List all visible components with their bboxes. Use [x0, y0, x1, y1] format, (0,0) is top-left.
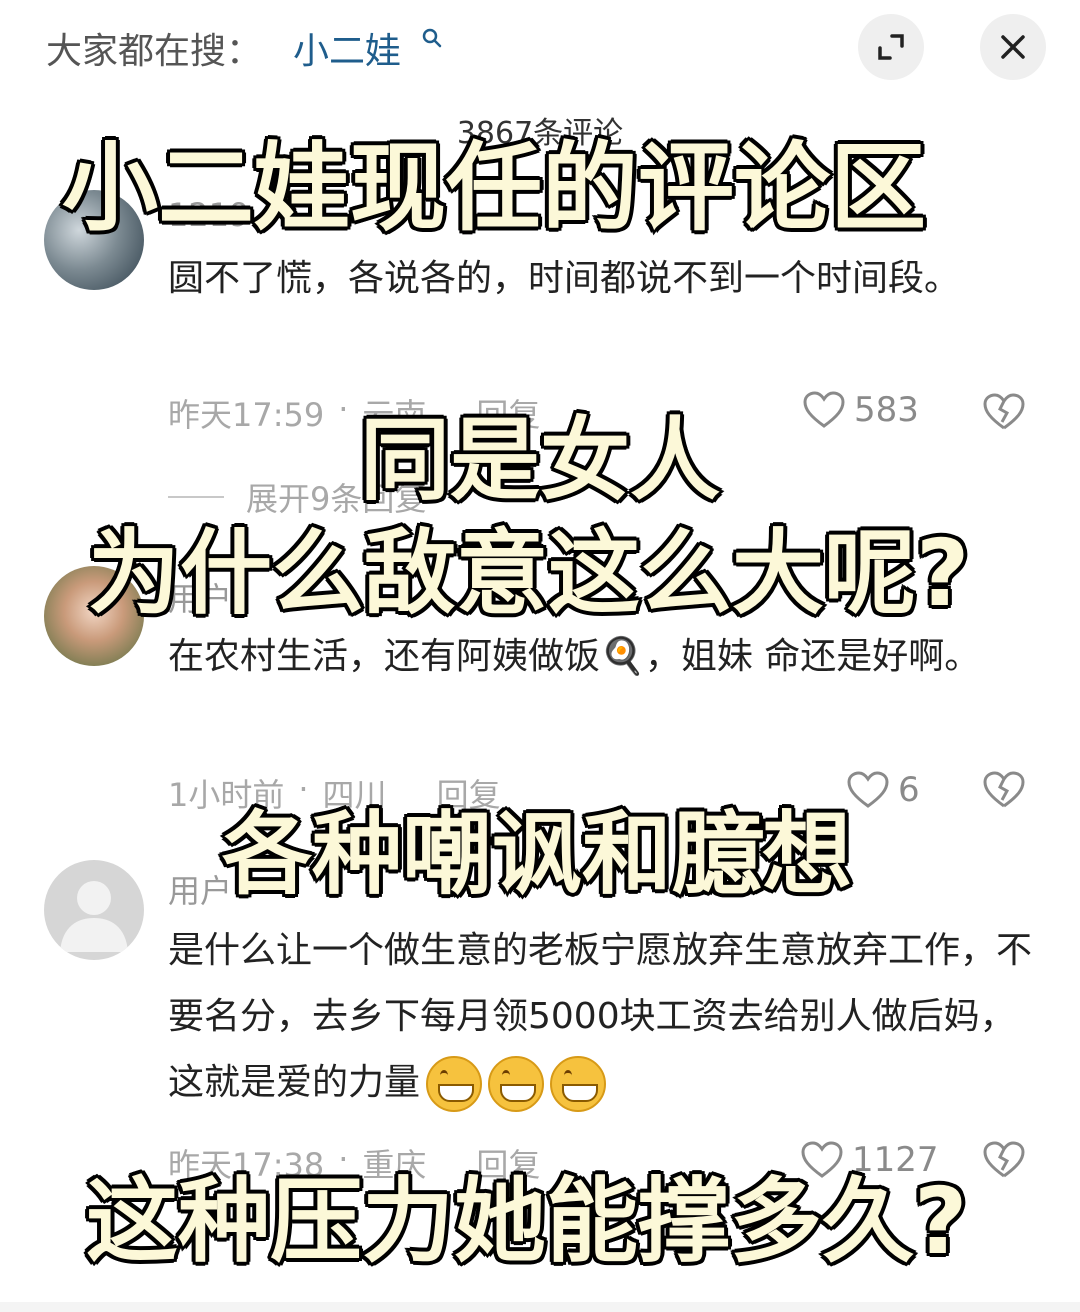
comment-text: 在农村生活，还有阿姨做饭🍳，姐妹 命还是好啊。 [168, 636, 981, 677]
comment-text: 是什么让一个做生意的老板宁愿放弃生意放弃工作，不要名分，去乡下每月领5000块工… [168, 918, 1038, 1116]
like-count: 6 [898, 770, 920, 810]
broken-heart-icon[interactable] [982, 392, 1026, 432]
heart-icon [847, 771, 889, 808]
close-button[interactable] [980, 14, 1046, 80]
broken-heart-icon[interactable] [982, 1140, 1026, 1180]
close-icon [1001, 35, 1025, 59]
heart-icon [803, 391, 845, 428]
search-icon[interactable] [420, 26, 444, 50]
grinning-face-icon [488, 1056, 545, 1112]
like-count: 583 [854, 390, 919, 430]
top-bar: 大家都在搜： 小二娃 [0, 0, 1080, 100]
meta-separator: · [338, 390, 349, 428]
broken-heart-icon[interactable] [982, 770, 1026, 810]
overlay-caption: 这种压力她能撑多久? [83, 1168, 969, 1275]
grinning-face-icon [426, 1056, 483, 1112]
search-suggestion-link[interactable]: 小二娃 [293, 22, 401, 74]
expand-button[interactable] [858, 14, 924, 80]
like-button[interactable]: 6 [846, 770, 920, 810]
expand-icon [878, 34, 904, 60]
default-avatar-icon [60, 881, 128, 952]
like-button[interactable]: 583 [802, 390, 919, 430]
overlay-caption: 同是女人 [358, 408, 723, 513]
comment-text: 圆不了慌，各说各的，时间都说不到一个时间段。 [168, 258, 961, 299]
search-prefix: 大家都在搜： [46, 31, 263, 72]
comment-time: 昨天17:59 [168, 396, 325, 434]
overlay-caption: 各种嘲讽和臆想 [220, 802, 855, 907]
bottom-divider [0, 1302, 1080, 1312]
avatar[interactable] [44, 860, 144, 960]
grinning-face-icon [550, 1056, 607, 1112]
divider [168, 496, 224, 498]
overlay-caption: 为什么敌意这么大呢? [85, 520, 971, 627]
overlay-caption: 小二娃现任的评论区 [60, 132, 929, 244]
